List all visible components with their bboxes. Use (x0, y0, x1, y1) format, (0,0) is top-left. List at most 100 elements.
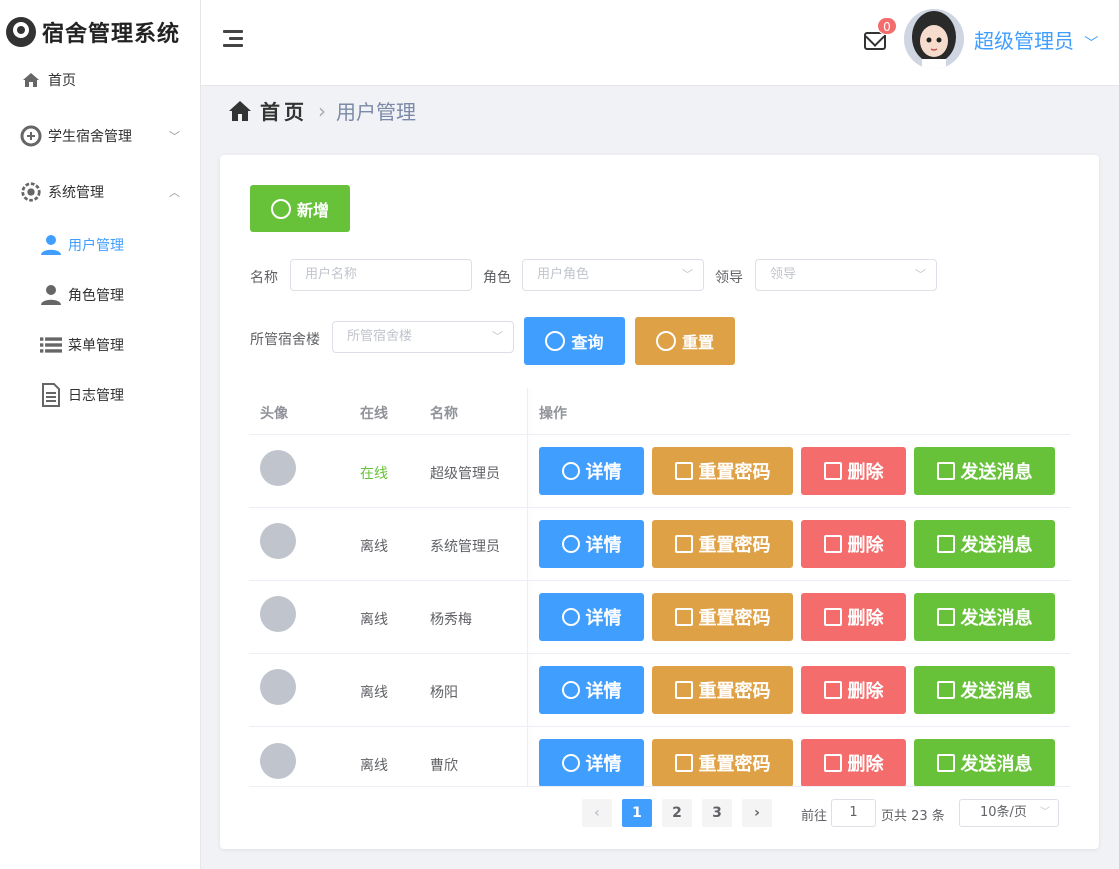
user-avatar (260, 596, 296, 632)
send-message-label: 发送消息 (960, 608, 1033, 629)
online-status: 离线 (360, 612, 388, 628)
reset-button-label: 重置 (681, 333, 714, 352)
add-button[interactable]: 新增 (250, 185, 350, 232)
detail-button[interactable]: 详情 (539, 666, 644, 714)
goto-page-input[interactable]: 1 (831, 799, 876, 827)
send-message-label: 发送消息 (960, 681, 1033, 702)
settings-icon (20, 181, 42, 203)
detail-button[interactable]: 详情 (539, 447, 644, 495)
trash-icon (823, 535, 842, 553)
document-icon (936, 754, 955, 772)
online-status: 在线 (360, 466, 388, 482)
home-icon (229, 100, 251, 121)
search-icon (561, 462, 580, 480)
delete-button[interactable]: 删除 (801, 739, 906, 786)
reset-password-button[interactable]: 重置密码 (652, 666, 793, 714)
send-message-button[interactable]: 发送消息 (914, 520, 1055, 568)
column-header-avatar: 头像 (260, 406, 288, 422)
detail-button[interactable]: 详情 (539, 739, 644, 786)
reset-password-button[interactable]: 重置密码 (652, 520, 793, 568)
lock-icon (674, 754, 693, 772)
user-name: 杨秀梅 (430, 612, 472, 628)
chevron-down-icon: ﹀ (1040, 807, 1050, 818)
page-size-label: 10条/页 (980, 805, 1027, 820)
send-message-button[interactable]: 发送消息 (914, 593, 1055, 641)
column-header-operations: 操作 (539, 406, 567, 422)
user-avatar (260, 523, 296, 559)
online-status: 离线 (360, 685, 388, 701)
detail-label: 详情 (585, 608, 622, 629)
lock-icon (674, 535, 693, 553)
name-label: 名称 (250, 270, 278, 286)
leader-select[interactable]: 领导 ﹀ (755, 259, 937, 291)
sidebar-item-system[interactable]: 系统管理 ︿ (0, 172, 200, 212)
reset-button[interactable]: 重置 (635, 317, 735, 365)
lock-icon (674, 608, 693, 626)
notification-badge: 0 (877, 17, 897, 35)
sidebar-item-home[interactable]: 首页 (0, 60, 200, 100)
sidebar-item-student-dorm[interactable]: 学生宿舍管理 ﹀ (0, 116, 200, 156)
sidebar-item-menus[interactable]: 菜单管理 (0, 325, 200, 365)
leader-label: 领导 (715, 270, 743, 286)
detail-button[interactable]: 详情 (539, 520, 644, 568)
collapse-menu-icon[interactable] (223, 30, 243, 48)
reset-password-button[interactable]: 重置密码 (652, 593, 793, 641)
current-user-name[interactable]: 超级管理员 ﹀ (974, 25, 1098, 54)
delete-button[interactable]: 删除 (801, 447, 906, 495)
delete-button[interactable]: 删除 (801, 666, 906, 714)
next-page-button[interactable]: › (742, 799, 772, 827)
menu-list-icon (40, 334, 62, 356)
search-icon (561, 535, 580, 553)
chevron-up-icon: ︿ (169, 186, 180, 199)
user-name: 超级管理员 (430, 466, 500, 482)
sidebar-item-logs[interactable]: 日志管理 (0, 375, 200, 415)
send-message-button[interactable]: 发送消息 (914, 447, 1055, 495)
reset-password-label: 重置密码 (698, 754, 771, 775)
reset-password-button[interactable]: 重置密码 (652, 447, 793, 495)
chevron-down-icon: ﹀ (682, 268, 693, 281)
sidebar-item-roles[interactable]: 角色管理 (0, 275, 200, 315)
chevron-down-icon: ﹀ (169, 130, 180, 143)
sidebar-item-label: 首页 (48, 73, 76, 89)
detail-label: 详情 (585, 462, 622, 483)
name-input[interactable]: 用户名称 (290, 259, 472, 291)
breadcrumb-home[interactable]: 首页 (260, 96, 308, 125)
detail-label: 详情 (585, 754, 622, 775)
sidebar-item-label: 系统管理 (48, 185, 104, 201)
name-placeholder: 用户名称 (305, 267, 358, 282)
breadcrumb: 首页 › 用户管理 (228, 96, 416, 125)
delete-label: 删除 (847, 754, 884, 775)
page-size-select[interactable]: 10条/页 ﹀ (959, 799, 1059, 827)
sidebar-item-users[interactable]: 用户管理 (0, 225, 200, 265)
building-select[interactable]: 所管宿舍楼 ﹀ (332, 321, 514, 353)
avatar[interactable] (904, 9, 964, 69)
online-status: 离线 (360, 539, 388, 555)
trash-icon (823, 754, 842, 772)
user-avatar (260, 669, 296, 705)
chevron-down-icon: ﹀ (1084, 36, 1099, 52)
table-row: 离线 曹欣 详情 重置密码 删除 发送消息 (0, 727, 1119, 786)
delete-button[interactable]: 删除 (801, 520, 906, 568)
role-label: 角色 (483, 270, 511, 286)
page-button-1[interactable]: 1 (622, 799, 652, 827)
dorm-icon (20, 125, 42, 147)
send-message-button[interactable]: 发送消息 (914, 739, 1055, 786)
app-logo: 宿舍管理系统 (6, 16, 180, 48)
prev-page-button[interactable]: ‹ (582, 799, 612, 827)
send-message-button[interactable]: 发送消息 (914, 666, 1055, 714)
delete-button[interactable]: 删除 (801, 593, 906, 641)
row-divider (249, 507, 1070, 508)
document-icon (936, 608, 955, 626)
role-select[interactable]: 用户角色 ﹀ (522, 259, 704, 291)
building-placeholder: 所管宿舍楼 (347, 329, 413, 344)
page-button-3[interactable]: 3 (702, 799, 732, 827)
sidebar-item-label: 学生宿舍管理 (48, 129, 132, 145)
delete-label: 删除 (847, 681, 884, 702)
page-button-2[interactable]: 2 (662, 799, 692, 827)
sidebar-item-label: 菜单管理 (68, 338, 124, 354)
search-button[interactable]: 查询 (524, 317, 625, 365)
search-button-label: 查询 (571, 333, 604, 352)
detail-button[interactable]: 详情 (539, 593, 644, 641)
user-icon (40, 234, 62, 256)
reset-password-button[interactable]: 重置密码 (652, 739, 793, 786)
